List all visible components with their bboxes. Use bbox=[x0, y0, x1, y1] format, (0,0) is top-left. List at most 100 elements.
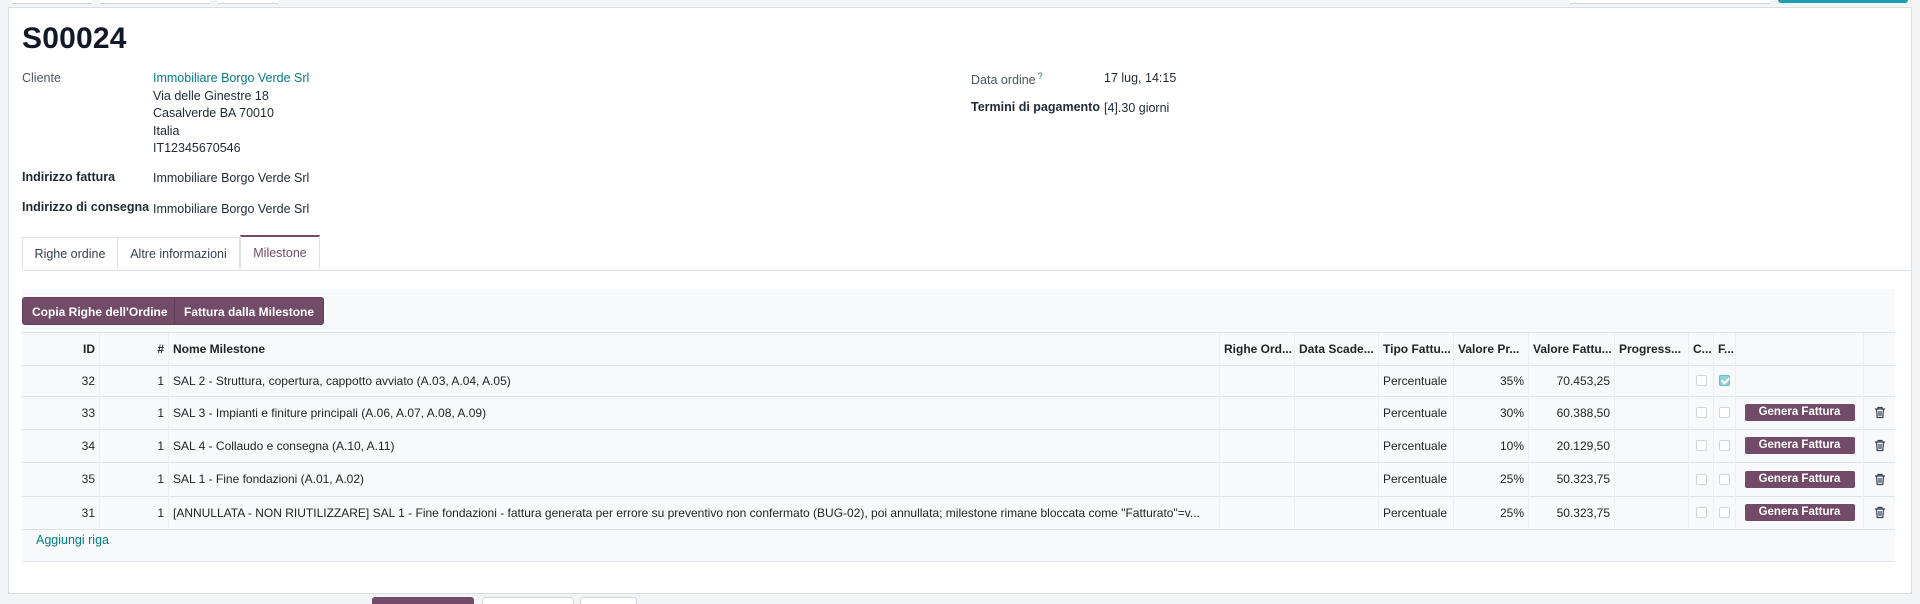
cell-invoice-value[interactable]: 20.129,50 bbox=[1528, 429, 1614, 462]
bottom-strip bbox=[0, 597, 1920, 604]
cell-c bbox=[1688, 429, 1713, 462]
header-invoice-type[interactable]: Tipo Fattu... bbox=[1378, 333, 1453, 365]
cell-id: 33 bbox=[81, 405, 95, 420]
generate-invoice-button[interactable]: Genera Fattura bbox=[1744, 470, 1855, 488]
cell-delete bbox=[1863, 429, 1895, 462]
milestone-panel: Copia Righe dell'Ordine Fattura dalla Mi… bbox=[22, 289, 1895, 562]
record-title: S00024 bbox=[22, 22, 127, 55]
cell-invoice-value[interactable]: 60.388,50 bbox=[1528, 396, 1614, 429]
cell-name[interactable]: SAL 2 - Struttura, copertura, cappotto a… bbox=[168, 365, 1219, 396]
trash-icon[interactable] bbox=[1874, 406, 1886, 419]
cell-delete bbox=[1863, 365, 1895, 396]
cell-invoice-value[interactable]: 50.323,75 bbox=[1528, 462, 1614, 496]
header-f[interactable]: F... bbox=[1713, 333, 1735, 365]
header-invoice-value[interactable]: Valore Fattu... bbox=[1528, 333, 1614, 365]
cell-progress bbox=[1614, 429, 1688, 462]
cell-pct-value[interactable]: 10% bbox=[1453, 429, 1528, 462]
cell-name[interactable]: SAL 4 - Collaudo e consegna (A.10, A.11) bbox=[168, 429, 1219, 462]
cell-invoice-type[interactable]: Percentuale bbox=[1378, 365, 1453, 396]
cell-seq: 1 bbox=[99, 462, 168, 496]
header-name[interactable]: Nome Milestone bbox=[168, 333, 1219, 365]
table-row[interactable]: 32 1 SAL 2 - Struttura, copertura, cappo… bbox=[22, 365, 1895, 397]
cell-invoice-value[interactable]: 50.323,75 bbox=[1528, 496, 1614, 529]
delivery-address-value[interactable]: Immobiliare Borgo Verde Srl bbox=[153, 202, 309, 216]
header-seq[interactable]: # bbox=[99, 333, 168, 365]
help-tooltip-icon[interactable]: ? bbox=[1038, 71, 1043, 81]
order-date-value[interactable]: 17 lug, 14:15 bbox=[1104, 71, 1176, 85]
cell-invoice-type[interactable]: Percentuale bbox=[1378, 396, 1453, 429]
f-checkbox[interactable] bbox=[1719, 473, 1730, 485]
cell-delete bbox=[1863, 462, 1895, 496]
milestone-name: [ANNULLATA - NON RIUTILIZZARE] SAL 1 - F… bbox=[173, 505, 1200, 520]
cell-due-date[interactable] bbox=[1294, 429, 1378, 462]
f-checkbox[interactable] bbox=[1719, 407, 1730, 418]
header-progress[interactable]: Progress... bbox=[1614, 333, 1688, 365]
cell-f bbox=[1713, 365, 1735, 396]
cell-pct-value[interactable]: 35% bbox=[1453, 365, 1528, 396]
cell-due-date[interactable] bbox=[1294, 496, 1378, 529]
cell-order-lines[interactable] bbox=[1219, 496, 1294, 529]
cell-order-lines[interactable] bbox=[1219, 365, 1294, 396]
customer-link[interactable]: Immobiliare Borgo Verde Srl bbox=[153, 71, 309, 85]
cell-order-lines[interactable] bbox=[1219, 462, 1294, 496]
f-checkbox-checked[interactable] bbox=[1719, 375, 1730, 386]
header-pct-value[interactable]: Valore Pr... bbox=[1453, 333, 1528, 365]
panel-divider bbox=[22, 561, 1895, 562]
table-row[interactable]: 31 1 [ANNULLATA - NON RIUTILIZZARE] SAL … bbox=[22, 496, 1895, 530]
cell-progress bbox=[1614, 496, 1688, 529]
header-due-date[interactable]: Data Scade... bbox=[1294, 333, 1378, 365]
cell-name[interactable]: SAL 1 - Fine fondazioni (A.01, A.02) bbox=[168, 462, 1219, 496]
tab-milestone[interactable]: Milestone bbox=[240, 235, 320, 269]
cell-order-lines[interactable] bbox=[1219, 396, 1294, 429]
c-checkbox[interactable] bbox=[1695, 375, 1707, 386]
cell-action bbox=[1735, 365, 1863, 396]
top-accent-button[interactable] bbox=[1778, 0, 1908, 3]
invoice-from-milestone-button[interactable]: Fattura dalla Milestone bbox=[174, 297, 325, 325]
f-checkbox[interactable] bbox=[1719, 507, 1730, 518]
trash-icon[interactable] bbox=[1874, 439, 1886, 452]
cell-id: 31 bbox=[81, 505, 95, 520]
cell-order-lines[interactable] bbox=[1219, 429, 1294, 462]
cell-invoice-type[interactable]: Percentuale bbox=[1378, 496, 1453, 529]
tab-other-info[interactable]: Altre informazioni bbox=[117, 237, 240, 269]
c-checkbox[interactable] bbox=[1695, 507, 1707, 518]
cell-due-date[interactable] bbox=[1294, 396, 1378, 429]
top-tab bbox=[100, 0, 210, 4]
table-row[interactable]: 34 1 SAL 4 - Collaudo e consegna (A.10, … bbox=[22, 429, 1895, 463]
c-checkbox[interactable] bbox=[1695, 407, 1707, 418]
cell-pct-value[interactable]: 25% bbox=[1453, 462, 1528, 496]
tab-order-lines[interactable]: Righe ordine bbox=[22, 237, 118, 269]
f-checkbox[interactable] bbox=[1719, 440, 1730, 451]
cell-invoice-value[interactable]: 70.453,25 bbox=[1528, 365, 1614, 396]
cell-seq: 1 bbox=[99, 496, 168, 529]
milestone-name: SAL 2 - Struttura, copertura, cappotto a… bbox=[173, 373, 511, 388]
customer-vat: IT12345670546 bbox=[153, 141, 241, 155]
trash-icon[interactable] bbox=[1874, 506, 1886, 519]
copy-order-lines-button[interactable]: Copia Righe dell'Ordine bbox=[22, 297, 178, 325]
table-row[interactable]: 35 1 SAL 1 - Fine fondazioni (A.01, A.02… bbox=[22, 462, 1895, 497]
c-checkbox[interactable] bbox=[1695, 473, 1707, 485]
header-id[interactable]: ID bbox=[22, 333, 99, 365]
cell-due-date[interactable] bbox=[1294, 462, 1378, 496]
c-checkbox[interactable] bbox=[1695, 440, 1707, 451]
cell-due-date[interactable] bbox=[1294, 365, 1378, 396]
table-row[interactable]: 33 1 SAL 3 - Impianti e finiture princip… bbox=[22, 396, 1895, 430]
cell-invoice-type[interactable]: Percentuale bbox=[1378, 429, 1453, 462]
cell-invoice-type[interactable]: Percentuale bbox=[1378, 462, 1453, 496]
cell-name[interactable]: SAL 3 - Impianti e finiture principali (… bbox=[168, 396, 1219, 429]
cell-name[interactable]: [ANNULLATA - NON RIUTILIZZARE] SAL 1 - F… bbox=[168, 496, 1219, 529]
generate-invoice-button[interactable]: Genera Fattura bbox=[1744, 404, 1855, 421]
invoice-address-value[interactable]: Immobiliare Borgo Verde Srl bbox=[153, 171, 309, 185]
trash-icon[interactable] bbox=[1874, 473, 1886, 486]
generate-invoice-button[interactable]: Genera Fattura bbox=[1744, 437, 1855, 454]
cell-pct-value[interactable]: 25% bbox=[1453, 496, 1528, 529]
customer-label: Cliente bbox=[22, 71, 61, 85]
cell-pct-value[interactable]: 30% bbox=[1453, 396, 1528, 429]
delivery-address-label: Indirizzo di consegna bbox=[22, 200, 150, 214]
header-c[interactable]: C... bbox=[1688, 333, 1713, 365]
cell-seq: 1 bbox=[99, 365, 168, 396]
add-line-link[interactable]: Aggiungi riga bbox=[36, 533, 109, 547]
generate-invoice-button[interactable]: Genera Fattura bbox=[1744, 504, 1855, 521]
header-order-lines[interactable]: Righe Ord... bbox=[1219, 333, 1294, 365]
payment-terms-value[interactable]: [4].30 giorni bbox=[1104, 101, 1169, 115]
